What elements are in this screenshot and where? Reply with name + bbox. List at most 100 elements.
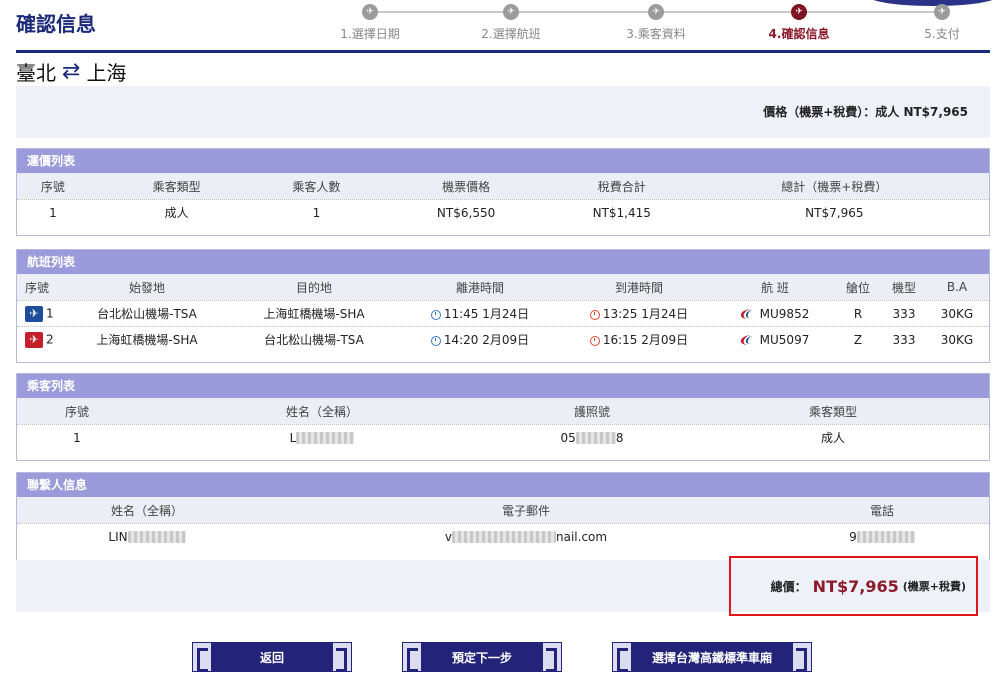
step-label: 5.支付 <box>924 27 960 41</box>
table-cell: Z <box>853 332 863 347</box>
table-row: ✈ 1 台北松山機場-TSA 上海虹橋機場-SHA 11:45 1月24日 13:… <box>17 300 989 326</box>
table-cell: 13:25 1月24日 <box>563 305 715 322</box>
email-start: v <box>444 529 453 544</box>
column-header: 乘客類型 <box>808 404 857 419</box>
price-summary-text: 價格（機票+稅費）：成人 NT$7,965 <box>763 105 968 119</box>
column-header: 電話 <box>869 503 894 518</box>
table-row: LIN v nail.com 9 <box>17 523 989 549</box>
contact-name-cell: LIN <box>17 530 277 544</box>
step-label: 2.選擇航班 <box>481 27 541 41</box>
fare-list-title: 運價列表 <box>17 149 989 173</box>
redacted-text <box>856 531 915 543</box>
column-header: 稅費合計 <box>597 179 646 194</box>
flight-row-no: 2 <box>46 332 54 346</box>
redacted-text <box>575 432 616 444</box>
table-cell: 11:45 1月24日 <box>397 305 563 322</box>
arrive-time: 16:15 2月09日 <box>602 333 689 347</box>
flight-list-panel: 航班列表 序號 始發地 目的地 離港時間 到港時間 航 班 艙位 機型 B.A … <box>16 249 990 363</box>
back-button-label: 返回 <box>259 650 284 665</box>
page-title: 確認信息 <box>16 12 96 36</box>
passenger-name-visible: L <box>289 430 297 445</box>
step-dot-icon: ✈ <box>934 4 950 20</box>
step-dot-icon: ✈ <box>503 4 519 20</box>
route-to: 上海 <box>86 61 127 85</box>
flight-number: MU9852 <box>759 306 810 321</box>
redacted-text <box>127 531 186 543</box>
clock-icon <box>430 309 441 320</box>
column-header: 姓名（全稱） <box>285 404 358 419</box>
table-cell: 30KG <box>940 332 974 347</box>
table-cell: R <box>853 306 863 321</box>
fare-list-header: 序號 乘客類型 乘客人數 機票價格 稅費合計 總計（機票+稅費） <box>17 173 989 199</box>
table-cell: 1 <box>312 205 321 220</box>
step-dot-icon: ✈ <box>791 4 807 20</box>
inbound-plane-icon: ✈ <box>25 331 43 348</box>
select-rail-seat-button-label: 選擇台灣高鐵標準車廂 <box>651 650 772 665</box>
column-header: 電子郵件 <box>501 503 550 518</box>
contact-phone-cell: 9 <box>775 530 989 544</box>
total-note: (機票+稅費) <box>902 580 966 593</box>
header-divider <box>16 50 990 53</box>
round-trip-arrows-icon: ⇄ <box>62 58 81 84</box>
email-end: nail.com <box>556 529 608 544</box>
table-cell: 1 <box>73 430 81 445</box>
button-ornament-icon <box>542 642 562 672</box>
china-eastern-logo-icon <box>741 334 757 346</box>
step-label: 4.確認信息 <box>768 27 830 41</box>
depart-time: 11:45 1月24日 <box>443 307 530 321</box>
table-cell: ✈ 1 <box>17 305 63 322</box>
route-from: 臺北 <box>16 61 56 85</box>
next-step-button[interactable]: 預定下一步 <box>402 642 562 672</box>
table-row: 1 成人 1 NT$6,550 NT$1,415 NT$7,965 <box>17 199 989 225</box>
column-header: 艙位 <box>845 280 870 295</box>
contact-name-visible: LIN <box>108 529 128 544</box>
contact-title: 聯繫人信息 <box>17 473 989 497</box>
table-cell: NT$1,415 <box>592 205 651 220</box>
table-cell: 30KG <box>940 306 974 321</box>
column-header: B.A <box>946 280 968 294</box>
table-cell: 333 <box>892 306 916 321</box>
contact-header: 姓名（全稱） 電子郵件 電話 <box>17 497 989 523</box>
select-rail-seat-button[interactable]: 選擇台灣高鐵標準車廂 <box>612 642 812 672</box>
table-cell: 上海虹橋機場-SHA <box>96 333 198 347</box>
table-cell: 台北松山機場-TSA <box>97 307 197 321</box>
fare-list-panel: 運價列表 序號 乘客類型 乘客人數 機票價格 稅費合計 總計（機票+稅費） 1 … <box>16 148 990 236</box>
column-header: 姓名（全稱） <box>110 503 183 518</box>
flight-list-header: 序號 始發地 目的地 離港時間 到港時間 航 班 艙位 機型 B.A <box>17 274 989 300</box>
step-5: ✈ 5.支付 <box>872 3 1000 42</box>
booking-steps: ✈ 1.選擇日期 ✈ 2.選擇航班 ✈ 3.乘客資料 ✈ 4.確認信息 ✈ 5.… <box>300 0 990 48</box>
contact-panel: 聯繫人信息 姓名（全稱） 電子郵件 電話 LIN v nail.com 9 <box>16 472 990 560</box>
contact-email-cell: v nail.com <box>277 530 775 544</box>
column-header: 機票價格 <box>442 179 491 194</box>
table-cell: 1 <box>49 205 57 220</box>
button-ornament-icon <box>612 642 632 672</box>
table-cell: 台北松山機場-TSA <box>264 333 364 347</box>
column-header: 離港時間 <box>455 280 504 295</box>
passenger-list-panel: 乘客列表 序號 姓名（全稱） 護照號 乘客類型 1 L 05 8 成人 <box>16 373 990 461</box>
column-header: 護照號 <box>573 404 610 419</box>
table-cell: NT$7,965 <box>805 205 864 220</box>
column-header: 序號 <box>64 404 89 419</box>
column-header: 序號 <box>25 280 50 295</box>
button-ornament-icon <box>332 642 352 672</box>
route-title: 臺北 ⇄ 上海 <box>16 57 126 86</box>
passenger-name-cell: L <box>137 431 507 445</box>
back-button[interactable]: 返回 <box>192 642 352 672</box>
step-label: 3.乘客資料 <box>626 27 686 41</box>
table-cell: 成人 <box>164 206 189 220</box>
passport-start: 05 <box>560 430 576 445</box>
flight-row-no: 1 <box>46 306 54 320</box>
table-row: 1 L 05 8 成人 <box>17 424 989 450</box>
clock-icon <box>589 309 600 320</box>
button-ornament-icon <box>792 642 812 672</box>
price-summary-bar: 價格（機票+稅費）：成人 NT$7,965 <box>16 86 990 138</box>
column-header: 乘客類型 <box>152 179 201 194</box>
table-cell: NT$6,550 <box>436 205 496 220</box>
column-header: 到港時間 <box>614 280 663 295</box>
button-ornament-icon <box>402 642 422 672</box>
total-price-box: 總價： NT$7,965 (機票+稅費) <box>729 556 978 616</box>
clock-icon <box>430 335 441 346</box>
table-cell: MU5097 <box>715 333 835 347</box>
total-label: 總價： <box>770 579 807 594</box>
column-header: 序號 <box>40 179 65 194</box>
